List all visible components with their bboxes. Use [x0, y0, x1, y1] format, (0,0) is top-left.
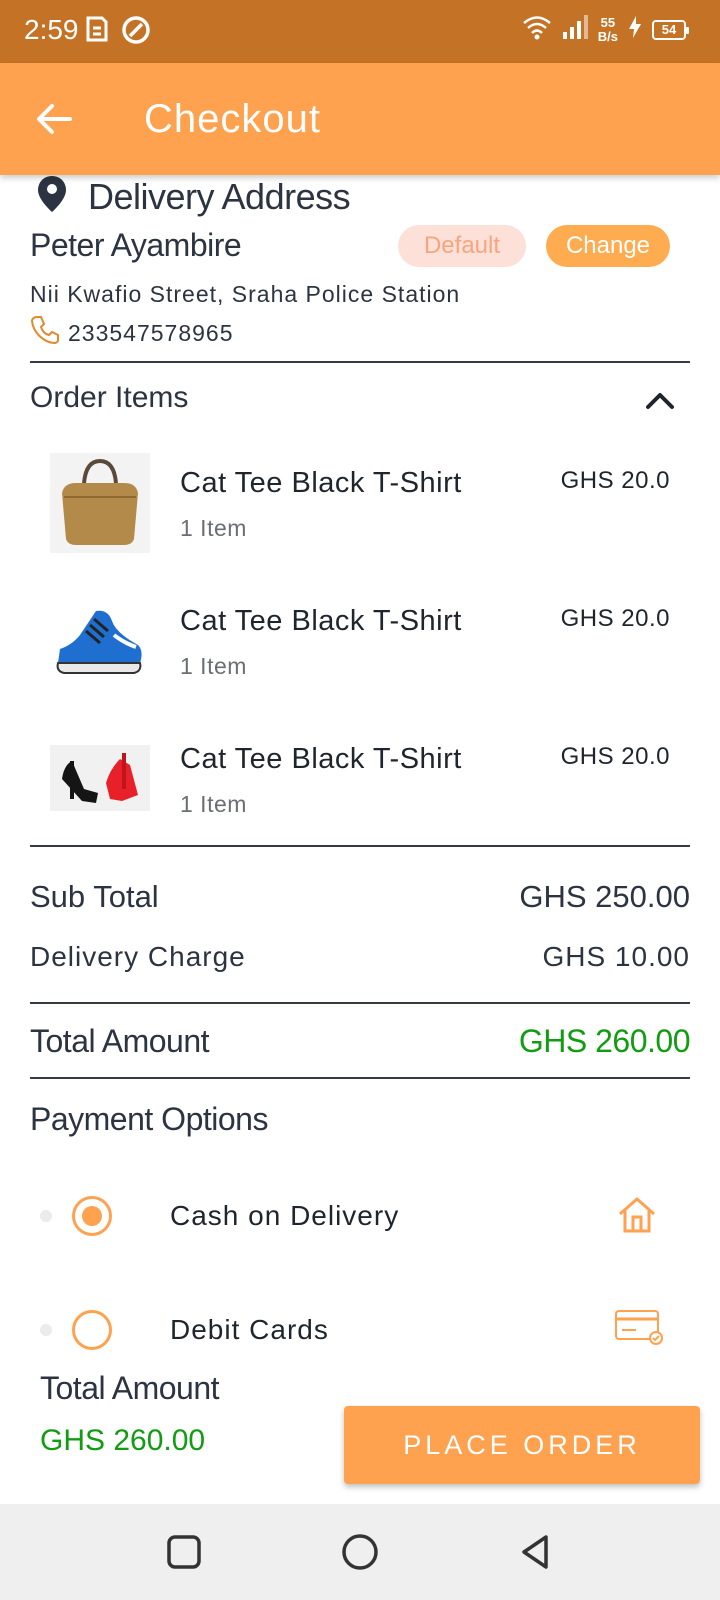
home-button[interactable]	[340, 1532, 380, 1572]
item-price: GHS 20.0	[560, 467, 670, 494]
item-quantity: 1 Item	[180, 653, 247, 679]
recents-button[interactable]	[164, 1532, 204, 1572]
delivery-charge-label: Delivery Charge	[30, 941, 246, 972]
item-price: GHS 20.0	[560, 605, 670, 632]
delivery-address-header: Delivery Address	[36, 175, 351, 218]
divider	[30, 361, 690, 363]
ripple-dot	[40, 1210, 52, 1222]
item-name: Cat Tee Black T-Shirt	[180, 743, 462, 775]
divider	[30, 1002, 690, 1004]
place-order-button[interactable]: PLACE ORDER	[344, 1406, 700, 1484]
status-time: 2:59	[24, 14, 79, 45]
handbag-image	[50, 453, 150, 553]
back-button[interactable]	[34, 99, 74, 139]
item-name: Cat Tee Black T-Shirt	[180, 467, 462, 499]
wifi-icon	[522, 14, 552, 45]
at-sign-icon	[120, 14, 152, 51]
triangle-back-icon	[522, 1535, 548, 1569]
location-pin-icon	[36, 175, 68, 218]
subtotal-label: Sub Total	[30, 879, 159, 914]
order-items-title: Order Items	[30, 381, 189, 414]
square-icon	[167, 1535, 201, 1569]
back-nav-button[interactable]	[516, 1532, 556, 1572]
bottom-total-value: GHS 260.00	[40, 1424, 206, 1457]
arrow-left-icon	[37, 104, 72, 134]
item-quantity: 1 Item	[180, 791, 247, 817]
collapse-order-items-button[interactable]	[644, 385, 676, 417]
item-name: Cat Tee Black T-Shirt	[180, 605, 462, 637]
payment-option-label: Debit Cards	[170, 1314, 329, 1345]
net-speed: 55 B/s	[597, 14, 618, 44]
total-amount-label: Total Amount	[30, 1023, 210, 1059]
signal-icon	[562, 15, 588, 44]
delivery-address-title: Delivery Address	[88, 175, 351, 217]
phone-row: 233547578965	[30, 315, 234, 351]
credit-card-icon	[614, 1308, 664, 1351]
bottom-checkout-bar: Total Amount GHS 260.00 PLACE ORDER	[0, 1370, 720, 1504]
sneaker-image	[50, 591, 150, 691]
payment-option-cash[interactable]: Cash on Delivery	[0, 1186, 720, 1246]
payment-options-title: Payment Options	[30, 1101, 268, 1137]
item-price: GHS 20.0	[560, 743, 670, 770]
net-speed-unit: B/s	[597, 28, 618, 44]
payment-option-label: Cash on Delivery	[170, 1200, 400, 1231]
system-navigation-bar	[0, 1504, 720, 1600]
total-amount-value: GHS 260.00	[518, 1023, 691, 1059]
home-icon	[616, 1194, 658, 1241]
bottom-total-label: Total Amount	[40, 1370, 220, 1406]
chevron-up-icon	[646, 393, 674, 409]
charging-icon	[628, 16, 642, 43]
street-address: Nii Kwafio Street, Sraha Police Station	[30, 281, 461, 307]
payment-option-card[interactable]: Debit Cards	[0, 1300, 720, 1360]
heels-image	[50, 729, 150, 829]
page-title: Checkout	[144, 97, 321, 141]
order-item[interactable]: Cat Tee Black T-Shirt 1 Item GHS 20.0	[0, 729, 720, 839]
phone-icon	[30, 315, 60, 351]
ripple-dot	[40, 1324, 52, 1336]
change-address-button[interactable]: Change	[546, 225, 670, 267]
delivery-charge-value: GHS 10.00	[542, 941, 690, 972]
net-speed-value: 55	[600, 14, 616, 30]
recipient-name: Peter Ayambire	[30, 227, 242, 263]
app-notification-icon	[84, 14, 110, 49]
battery-icon: 54	[652, 19, 689, 40]
app-bar: Checkout	[0, 63, 720, 175]
status-bar: 2:59 55 B/s 54	[0, 0, 720, 63]
card-radio-button[interactable]	[72, 1310, 112, 1350]
order-item[interactable]: Cat Tee Black T-Shirt 1 Item GHS 20.0	[0, 453, 720, 563]
default-badge: Default	[398, 225, 526, 267]
circle-icon	[342, 1534, 378, 1570]
phone-number: 233547578965	[68, 319, 234, 346]
cash-radio-button[interactable]	[72, 1196, 112, 1236]
divider	[30, 845, 690, 847]
order-item[interactable]: Cat Tee Black T-Shirt 1 Item GHS 20.0	[0, 591, 720, 701]
item-quantity: 1 Item	[180, 515, 247, 541]
subtotal-value: GHS 250.00	[519, 879, 690, 914]
divider	[30, 1077, 690, 1079]
